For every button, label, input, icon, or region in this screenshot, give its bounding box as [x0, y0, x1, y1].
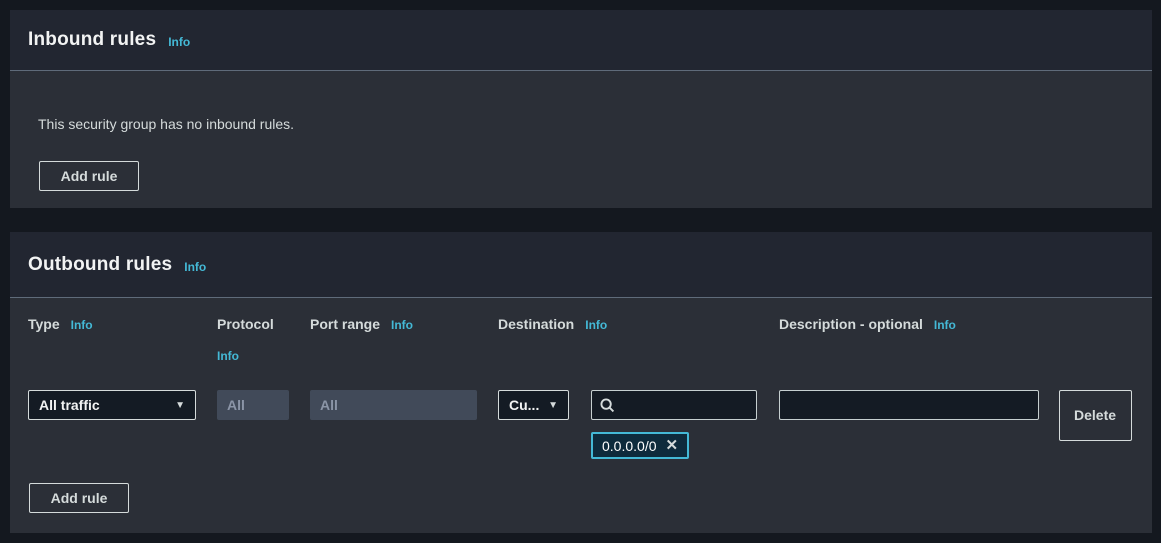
inbound-rules-title: Inbound rules — [28, 29, 157, 50]
type-select-value: All traffic — [39, 397, 100, 413]
outbound-rules-panel: Outbound rules Info — [10, 232, 1152, 533]
inbound-info-link[interactable]: Info — [168, 35, 190, 49]
inbound-rules-header: Inbound rules Info — [10, 10, 1152, 71]
protocol-input — [217, 390, 289, 420]
description-input[interactable] — [779, 390, 1039, 420]
destination-token-label: 0.0.0.0/0 — [602, 437, 657, 454]
column-header-port-range: Port range Info — [310, 316, 480, 332]
search-icon — [600, 397, 615, 412]
column-label-port-range: Port range — [310, 316, 381, 332]
outbound-rules-header: Outbound rules Info — [10, 232, 1152, 298]
type-select[interactable]: All traffic ▼ — [28, 390, 196, 420]
type-info-link[interactable]: Info — [71, 318, 93, 332]
port-range-input — [310, 390, 477, 420]
chevron-down-icon: ▼ — [548, 399, 558, 411]
column-label-protocol: Protocol — [217, 316, 274, 332]
outbound-add-rule-button[interactable]: Add rule — [29, 483, 129, 513]
destination-type-select[interactable]: Cu... ▼ — [498, 390, 569, 420]
column-label-description: Description - optional — [779, 316, 923, 332]
column-header-description: Description - optional Info — [779, 316, 1039, 332]
destination-search-input[interactable] — [621, 397, 748, 413]
inbound-add-rule-button[interactable]: Add rule — [39, 161, 139, 191]
destination-info-link[interactable]: Info — [585, 318, 607, 332]
description-info-link[interactable]: Info — [934, 318, 956, 332]
port-range-info-link[interactable]: Info — [391, 318, 413, 332]
protocol-info-link[interactable]: Info — [217, 349, 239, 363]
inbound-empty-message: This security group has no inbound rules… — [38, 116, 295, 132]
column-header-type: Type Info — [28, 316, 198, 332]
destination-search-box[interactable] — [591, 390, 757, 420]
column-header-destination: Destination Info — [498, 316, 698, 332]
dismiss-token-icon[interactable]: ✕ — [666, 438, 679, 453]
inbound-rules-panel: Inbound rules Info This security group h… — [10, 10, 1152, 208]
security-group-rules-page: Inbound rules Info This security group h… — [0, 0, 1161, 543]
outbound-info-link[interactable]: Info — [184, 260, 206, 274]
outbound-rules-title: Outbound rules — [28, 253, 173, 275]
column-label-destination: Destination — [498, 316, 575, 332]
destination-token: 0.0.0.0/0 ✕ — [591, 432, 690, 459]
column-label-type: Type — [28, 316, 60, 332]
delete-rule-button[interactable]: Delete — [1059, 390, 1132, 441]
chevron-down-icon: ▼ — [175, 399, 185, 411]
column-header-protocol: Protocol Info — [217, 316, 297, 363]
destination-type-select-value: Cu... — [509, 397, 540, 413]
